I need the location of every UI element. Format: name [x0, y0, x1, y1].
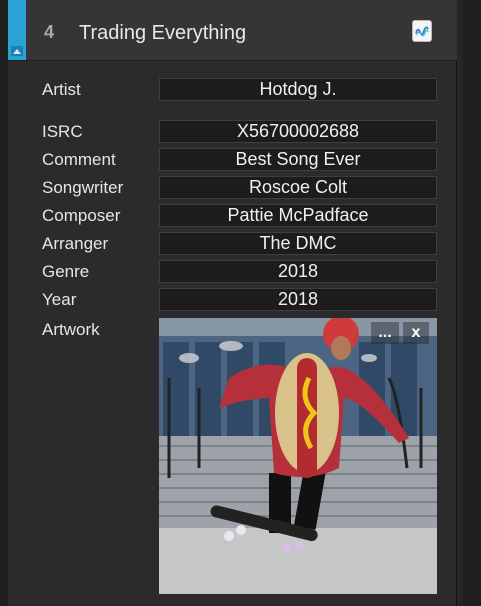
- arranger-field[interactable]: The DMC: [159, 232, 437, 255]
- year-field[interactable]: 2018: [159, 288, 437, 311]
- comment-field[interactable]: Best Song Ever: [159, 148, 437, 171]
- artwork-photo: [159, 318, 437, 594]
- track-title: Trading Everything: [79, 22, 247, 44]
- artist-field[interactable]: Hotdog J.: [159, 78, 437, 101]
- artist-label: Artist: [42, 80, 81, 99]
- waveform-app-icon[interactable]: [412, 20, 432, 42]
- artwork-remove-button[interactable]: x: [403, 322, 429, 344]
- songwriter-field[interactable]: Roscoe Colt: [159, 176, 437, 199]
- genre-field[interactable]: 2018: [159, 260, 437, 283]
- isrc-label: ISRC: [42, 122, 83, 141]
- composer-label: Composer: [42, 206, 121, 225]
- track-metadata-panel: 4 Trading Everything Artist Hotdog J. IS…: [0, 0, 481, 606]
- arranger-label: Arranger: [42, 234, 109, 253]
- panel-divider: [457, 0, 463, 606]
- genre-label: Genre: [42, 262, 90, 281]
- year-label: Year: [42, 290, 77, 309]
- composer-field[interactable]: Pattie McPadface: [159, 204, 437, 227]
- artwork-label: Artwork: [42, 320, 100, 339]
- comment-label: Comment: [42, 150, 116, 169]
- collapse-toggle[interactable]: [8, 0, 26, 60]
- track-header[interactable]: 4 Trading Everything: [8, 0, 457, 61]
- panel-left-edge: [0, 0, 8, 606]
- track-number: 4: [44, 22, 55, 42]
- songwriter-label: Songwriter: [42, 178, 124, 197]
- isrc-field[interactable]: X56700002688: [159, 120, 437, 143]
- artwork-more-button[interactable]: ...: [371, 322, 399, 344]
- artwork-image[interactable]: ... x: [159, 318, 437, 594]
- chevron-up-icon[interactable]: [11, 46, 23, 56]
